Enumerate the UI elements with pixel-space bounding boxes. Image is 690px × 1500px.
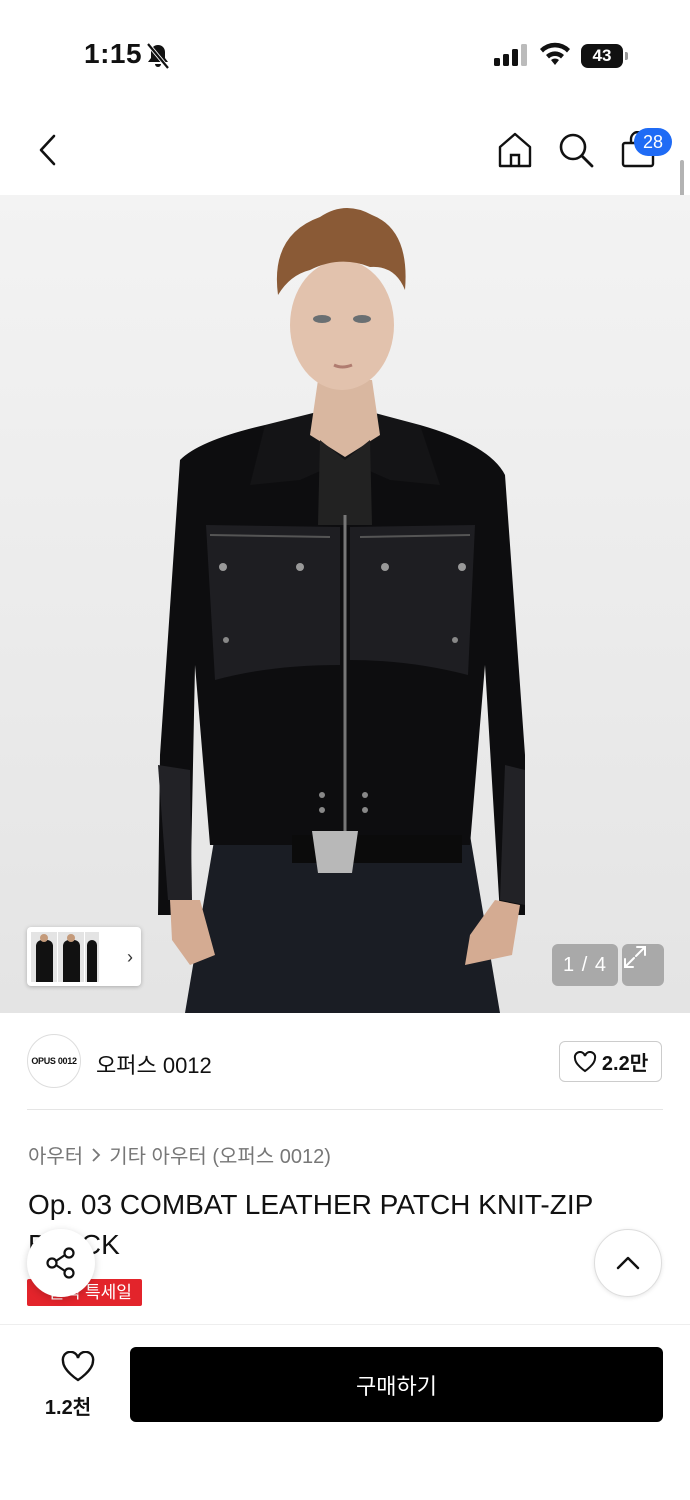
search-icon [559, 133, 594, 168]
back-button[interactable] [24, 126, 72, 174]
thumbnail-2[interactable] [58, 931, 84, 982]
wifi-icon [540, 42, 570, 65]
top-navigation [0, 120, 690, 184]
share-button[interactable] [27, 1229, 95, 1297]
wishlist-button[interactable]: 1.2천 [30, 1350, 106, 1419]
bell-slash-icon [146, 42, 170, 70]
brand-row: OPUS 0012 오퍼스 0012 2.2만 [0, 1013, 690, 1110]
breadcrumb-subcategory[interactable]: 기타 아우터 (오퍼스 0012) [109, 1140, 331, 1169]
home-icon [498, 132, 532, 168]
search-button[interactable] [552, 126, 600, 174]
divider [27, 1109, 663, 1110]
heart-icon [61, 1350, 95, 1382]
cart-count-badge: 28 [634, 128, 672, 156]
expand-image-button[interactable] [622, 944, 664, 986]
brand-like-count: 2.2만 [601, 1053, 649, 1075]
cellular-signal-icon [494, 44, 527, 66]
thumbnail-1[interactable] [31, 931, 57, 982]
battery-indicator: 43 [581, 44, 629, 68]
brand-name[interactable]: 오퍼스 0012 [96, 1048, 212, 1080]
chevron-up-icon [616, 1256, 640, 1270]
brand-logo[interactable]: OPUS 0012 [27, 1034, 81, 1088]
scroll-to-top-button[interactable] [594, 1229, 662, 1297]
buy-button[interactable]: 구매하기 [130, 1347, 663, 1422]
product-image-gallery[interactable]: › 1 / 4 [0, 195, 690, 1013]
heart-icon [573, 1050, 596, 1072]
wishlist-count: 1.2천 [44, 1397, 92, 1419]
breadcrumb-category[interactable]: 아우터 [28, 1140, 83, 1169]
chevron-right-icon: › [127, 947, 133, 967]
thumbnail-3[interactable] [85, 931, 99, 982]
brand-like-button[interactable]: 2.2만 [559, 1041, 662, 1082]
chevron-left-icon [39, 134, 56, 166]
battery-tip [625, 52, 628, 60]
status-bar: 1:15 43 [0, 0, 690, 110]
thumbnail-strip[interactable]: › [27, 927, 141, 986]
bottom-action-bar: 1.2천 구매하기 [0, 1324, 690, 1500]
product-photo [0, 195, 690, 1013]
share-icon [46, 1247, 75, 1279]
product-title: Op. 03 COMBAT LEATHER PATCH KNIT-ZIP BLA… [28, 1189, 593, 1260]
image-counter: 1 / 4 [552, 944, 618, 986]
battery-level: 43 [581, 44, 623, 68]
status-time: 1:15 [84, 38, 143, 69]
home-button[interactable] [491, 126, 539, 174]
chevron-right-icon [92, 1147, 101, 1162]
expand-icon [624, 946, 646, 968]
breadcrumb: 아우터 기타 아우터 (오퍼스 0012) [28, 1140, 331, 1169]
